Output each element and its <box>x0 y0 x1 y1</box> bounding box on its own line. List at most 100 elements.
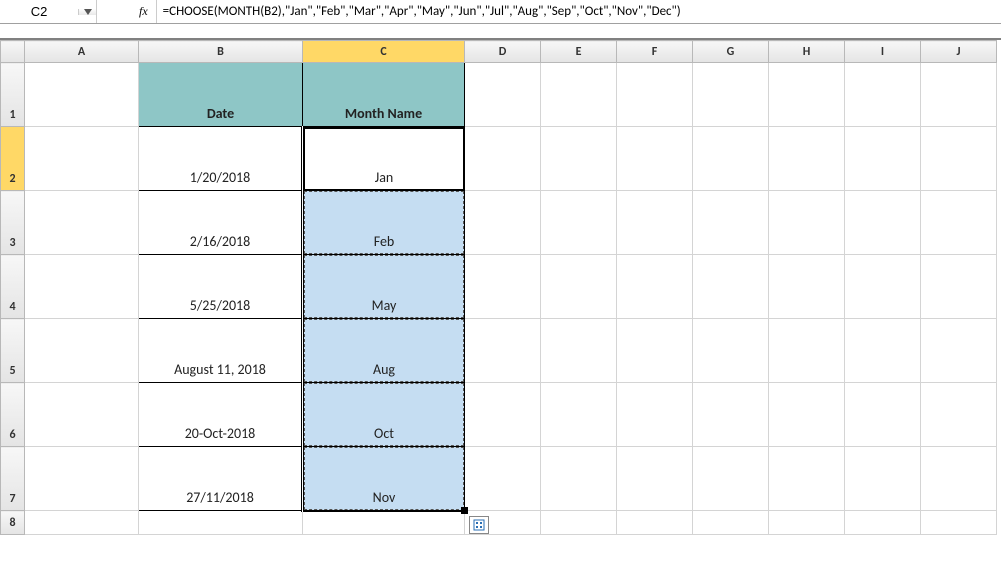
row-header-3[interactable]: 3 <box>1 191 25 255</box>
cell-H3[interactable] <box>769 191 845 255</box>
cell-A6[interactable] <box>25 383 139 447</box>
cell-C2[interactable]: Jan <box>303 127 465 191</box>
cell-B5[interactable]: August 11, 2018 <box>139 319 303 383</box>
cell-H6[interactable] <box>769 383 845 447</box>
row-header-5[interactable]: 5 <box>1 319 25 383</box>
cell-J6[interactable] <box>921 383 997 447</box>
cell-F7[interactable] <box>617 447 693 511</box>
cell-D2[interactable] <box>465 127 541 191</box>
cell-E7[interactable] <box>541 447 617 511</box>
cell-B4[interactable]: 5/25/2018 <box>139 255 303 319</box>
cell-B3[interactable]: 2/16/2018 <box>139 191 303 255</box>
cell-A7[interactable] <box>25 447 139 511</box>
row-header-4[interactable]: 4 <box>1 255 25 319</box>
cell-E8[interactable] <box>541 511 617 535</box>
row-header-1[interactable]: 1 <box>1 63 25 127</box>
cell-G7[interactable] <box>693 447 769 511</box>
fill-handle[interactable] <box>461 507 468 514</box>
cell-I6[interactable] <box>845 383 921 447</box>
cell-F4[interactable] <box>617 255 693 319</box>
cell-I8[interactable] <box>845 511 921 535</box>
cell-B2[interactable]: 1/20/2018 <box>139 127 303 191</box>
spreadsheet-grid[interactable]: A B C D E F G H I J 1 Date Month Name 2 <box>0 40 1001 535</box>
cell-D1[interactable] <box>465 63 541 127</box>
cell-G5[interactable] <box>693 319 769 383</box>
cell-G1[interactable] <box>693 63 769 127</box>
col-header-G[interactable]: G <box>693 41 769 63</box>
cell-H8[interactable] <box>769 511 845 535</box>
cell-A3[interactable] <box>25 191 139 255</box>
cell-F1[interactable] <box>617 63 693 127</box>
cell-I7[interactable] <box>845 447 921 511</box>
cell-C5[interactable]: Aug <box>303 319 465 383</box>
cell-H4[interactable] <box>769 255 845 319</box>
header-month[interactable]: Month Name <box>303 63 465 127</box>
fx-icon[interactable]: fx <box>139 4 148 19</box>
cell-C8[interactable] <box>303 511 465 535</box>
cell-I3[interactable] <box>845 191 921 255</box>
cell-G8[interactable] <box>693 511 769 535</box>
col-header-E[interactable]: E <box>541 41 617 63</box>
cell-F3[interactable] <box>617 191 693 255</box>
cell-G4[interactable] <box>693 255 769 319</box>
col-header-C[interactable]: C <box>303 41 465 63</box>
cell-A4[interactable] <box>25 255 139 319</box>
formula-bar-resize[interactable] <box>0 24 1001 40</box>
col-header-B[interactable]: B <box>139 41 303 63</box>
cell-J2[interactable] <box>921 127 997 191</box>
cell-D7[interactable] <box>465 447 541 511</box>
row-header-8[interactable]: 8 <box>1 511 25 535</box>
cell-F2[interactable] <box>617 127 693 191</box>
col-header-A[interactable]: A <box>25 41 139 63</box>
cell-H2[interactable] <box>769 127 845 191</box>
cell-D5[interactable] <box>465 319 541 383</box>
cell-F8[interactable] <box>617 511 693 535</box>
cell-J5[interactable] <box>921 319 997 383</box>
cell-H1[interactable] <box>769 63 845 127</box>
cell-H5[interactable] <box>769 319 845 383</box>
cell-F6[interactable] <box>617 383 693 447</box>
cell-A8[interactable] <box>25 511 139 535</box>
cell-A1[interactable] <box>25 63 139 127</box>
cell-I1[interactable] <box>845 63 921 127</box>
cell-G2[interactable] <box>693 127 769 191</box>
cell-E2[interactable] <box>541 127 617 191</box>
autofill-options-button[interactable] <box>469 516 489 534</box>
name-box-dropdown[interactable] <box>78 9 96 15</box>
formula-input[interactable]: =CHOOSE(MONTH(B2),"Jan","Feb","Mar","Apr… <box>157 0 1001 23</box>
cell-C3[interactable]: Feb <box>303 191 465 255</box>
cell-G6[interactable] <box>693 383 769 447</box>
cell-I4[interactable] <box>845 255 921 319</box>
cell-B8[interactable] <box>139 511 303 535</box>
row-header-7[interactable]: 7 <box>1 447 25 511</box>
cell-E3[interactable] <box>541 191 617 255</box>
cell-E1[interactable] <box>541 63 617 127</box>
header-date[interactable]: Date <box>139 63 303 127</box>
cell-J7[interactable] <box>921 447 997 511</box>
col-header-H[interactable]: H <box>769 41 845 63</box>
cell-C6[interactable]: Oct <box>303 383 465 447</box>
cell-D6[interactable] <box>465 383 541 447</box>
name-box[interactable] <box>0 4 78 19</box>
cell-E4[interactable] <box>541 255 617 319</box>
cell-J8[interactable] <box>921 511 997 535</box>
cell-B6[interactable]: 20-Oct-2018 <box>139 383 303 447</box>
cell-J3[interactable] <box>921 191 997 255</box>
row-header-2[interactable]: 2 <box>1 127 25 191</box>
cell-I2[interactable] <box>845 127 921 191</box>
row-header-6[interactable]: 6 <box>1 383 25 447</box>
cell-D4[interactable] <box>465 255 541 319</box>
col-header-F[interactable]: F <box>617 41 693 63</box>
cell-B7[interactable]: 27/11/2018 <box>139 447 303 511</box>
col-header-J[interactable]: J <box>921 41 997 63</box>
cell-C4[interactable]: May <box>303 255 465 319</box>
cell-I5[interactable] <box>845 319 921 383</box>
cell-J1[interactable] <box>921 63 997 127</box>
cell-D3[interactable] <box>465 191 541 255</box>
col-header-I[interactable]: I <box>845 41 921 63</box>
cell-C7[interactable]: Nov <box>303 447 465 511</box>
cell-J4[interactable] <box>921 255 997 319</box>
col-header-D[interactable]: D <box>465 41 541 63</box>
cell-F5[interactable] <box>617 319 693 383</box>
cell-E5[interactable] <box>541 319 617 383</box>
